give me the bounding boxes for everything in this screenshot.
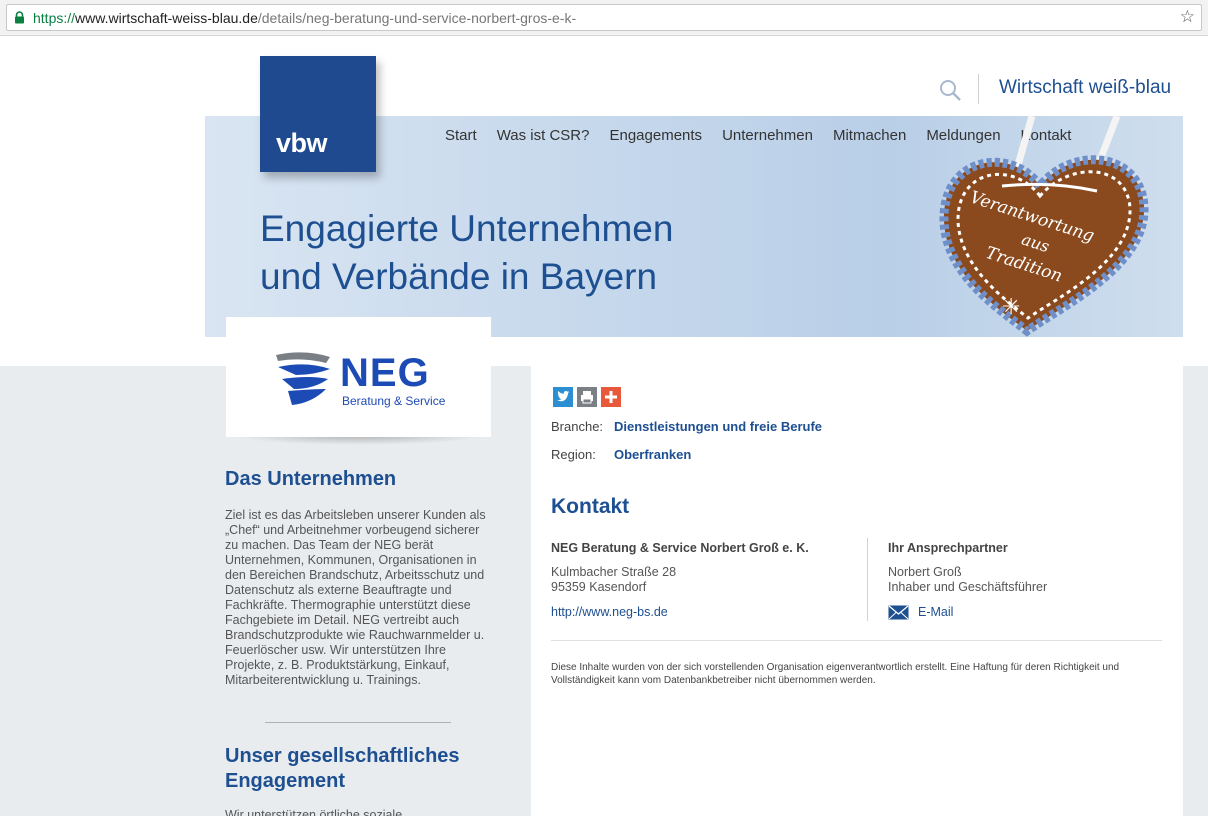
nav-mitmachen[interactable]: Mitmachen xyxy=(833,127,906,144)
nav-engagements[interactable]: Engagements xyxy=(609,127,702,144)
branche-label: Branche: xyxy=(551,419,604,434)
search-icon[interactable] xyxy=(938,78,962,102)
nav-start[interactable]: Start xyxy=(445,127,477,144)
region-label: Region: xyxy=(551,447,596,462)
gingerbread-heart-image: Verantwortung aus Tradition ✳ xyxy=(939,116,1149,337)
kontakt-heading: Kontakt xyxy=(551,495,630,518)
bookmark-star-icon[interactable]: ☆ xyxy=(1180,8,1195,26)
headline-line-1: Engagierte Unternehmen xyxy=(260,208,674,249)
address-street: Kulmbacher Straße 28 xyxy=(551,565,677,579)
url-text: https://www.wirtschaft-weiss-blau.de/det… xyxy=(33,10,576,26)
left-divider xyxy=(265,722,451,723)
nav-was-ist-csr[interactable]: Was ist CSR? xyxy=(497,127,590,144)
company-logo-subtitle: Beratung & Service xyxy=(342,394,446,408)
site-name-link[interactable]: Wirtschaft weiß-blau xyxy=(999,77,1171,99)
engagement-description: Wir unterstützen örtliche soziale xyxy=(225,808,403,816)
section-heading-unternehmen: Das Unternehmen xyxy=(225,468,397,490)
vbw-logo-text: vbw xyxy=(276,128,328,158)
engagement-heading-line-1: Unser gesellschaftliches xyxy=(225,745,460,767)
contact-person-name: Norbert Groß xyxy=(888,565,962,579)
print-button[interactable] xyxy=(577,387,597,407)
company-logo: NEG Beratung & Service xyxy=(226,317,491,437)
company-logo-name: NEG xyxy=(340,351,430,395)
twitter-share-button[interactable] xyxy=(553,387,573,407)
page-headline: Engagierte Unternehmen und Verbände in B… xyxy=(260,205,673,301)
company-name: NEG Beratung & Service Norbert Groß e. K… xyxy=(551,541,809,555)
vbw-logo[interactable]: vbw xyxy=(260,56,376,172)
neg-swoosh-icon xyxy=(276,352,330,405)
browser-address-bar: https://www.wirtschaft-weiss-blau.de/det… xyxy=(0,0,1208,36)
section-heading-engagement: Unser gesellschaftliches Engagement xyxy=(225,744,460,794)
nav-unternehmen[interactable]: Unternehmen xyxy=(722,127,813,144)
lock-icon xyxy=(15,11,24,24)
company-description: Ziel ist es das Arbeitsleben unserer Kun… xyxy=(225,508,486,687)
header-divider xyxy=(978,74,979,104)
contact-column-divider xyxy=(867,538,868,621)
plus-icon xyxy=(601,387,621,407)
twitter-icon xyxy=(553,387,573,407)
url-path: /details/neg-beratung-und-service-norber… xyxy=(257,10,577,26)
mail-icon[interactable] xyxy=(888,605,909,620)
disclaimer-text: Diese Inhalte wurden von der sich vorste… xyxy=(551,662,1120,686)
url-host: www.wirtschaft-weiss-blau.de xyxy=(75,10,258,26)
contact-person-role: Inhaber und Geschäftsführer xyxy=(888,580,1048,594)
headline-line-2: und Verbände in Bayern xyxy=(260,256,658,297)
url-protocol: https:// xyxy=(33,10,76,26)
contact-person-heading: Ihr Ansprechpartner xyxy=(888,541,1008,555)
print-icon xyxy=(577,387,597,407)
address-city: 95359 Kasendorf xyxy=(551,580,647,594)
website-link[interactable]: http://www.neg-bs.de xyxy=(551,605,668,619)
email-link[interactable]: E-Mail xyxy=(918,605,953,619)
url-field[interactable]: https://www.wirtschaft-weiss-blau.de/det… xyxy=(6,4,1202,31)
disclaimer-divider xyxy=(551,640,1162,641)
engagement-heading-line-2: Engagement xyxy=(225,770,346,792)
more-share-button[interactable] xyxy=(601,387,621,407)
branche-link[interactable]: Dienstleistungen und freie Berufe xyxy=(614,419,822,434)
svg-text:✳: ✳ xyxy=(1002,294,1020,319)
region-link[interactable]: Oberfranken xyxy=(614,447,691,462)
